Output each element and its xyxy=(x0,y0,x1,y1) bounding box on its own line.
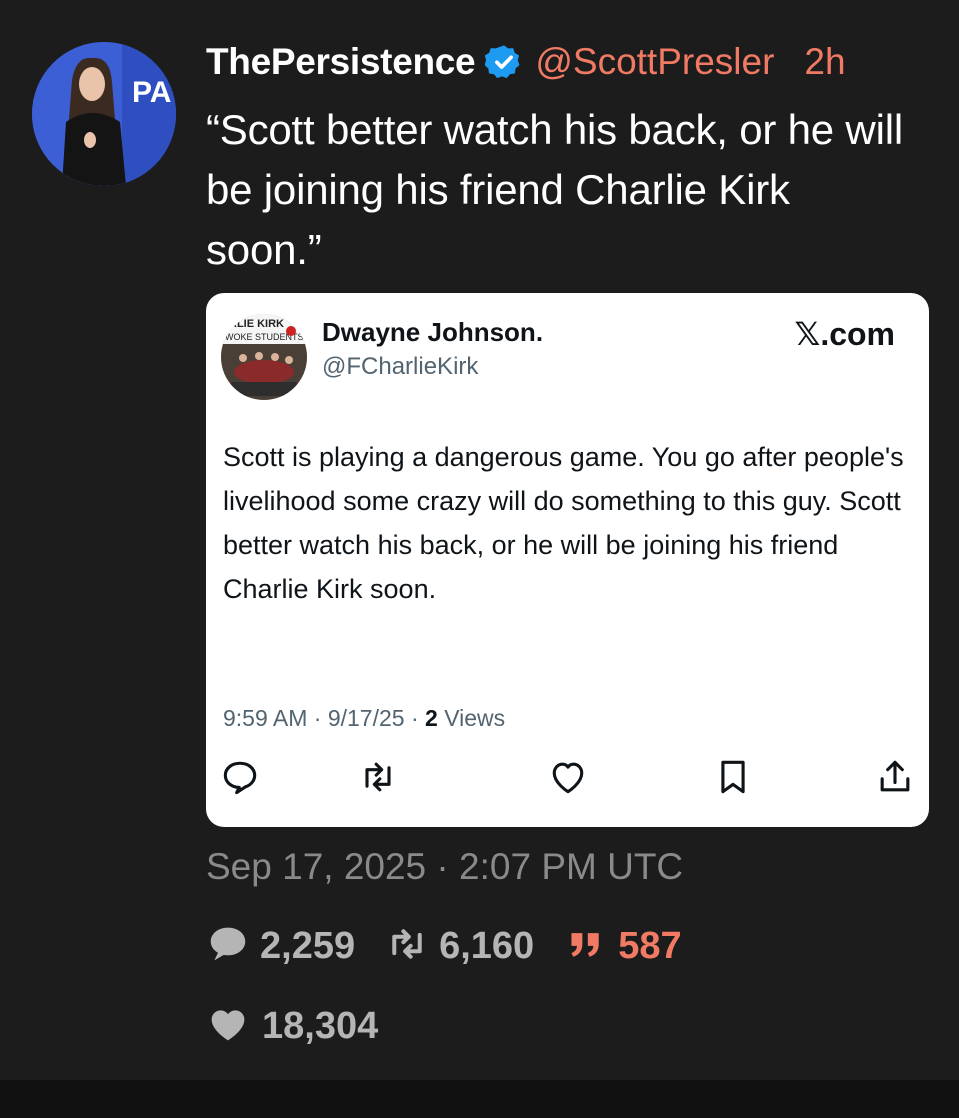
reposts-count: 6,160 xyxy=(439,924,535,967)
quotes-stat[interactable]: 587 xyxy=(564,924,682,969)
share-icon[interactable] xyxy=(873,755,917,799)
comment-icon xyxy=(206,924,250,969)
reposts-stat[interactable]: 6,160 xyxy=(385,924,534,969)
tweet-text: “Scott better watch his back, or he will… xyxy=(206,106,903,273)
post-timestamp[interactable]: Sep 17, 2025 · 2:07 PM UTC xyxy=(206,846,683,888)
replies-count: 2,259 xyxy=(260,924,356,967)
likes-stat[interactable]: 18,304 xyxy=(206,1002,378,1050)
tweet-header: ThePersistence @ScottPresler 2h xyxy=(206,38,846,86)
author-avatar[interactable]: PA xyxy=(32,42,176,186)
tweet: PA ThePersistence @ScottPresler 2h “Scot… xyxy=(0,0,959,1080)
quoted-author-name[interactable]: Dwayne Johnson. xyxy=(322,317,543,348)
verified-badge-icon xyxy=(484,43,523,81)
bottom-strip xyxy=(0,1080,959,1118)
quoted-post-actions xyxy=(206,755,929,805)
x-com-source-label: 𝕏.com xyxy=(794,316,895,352)
post-time-ago[interactable]: 2h xyxy=(804,41,845,83)
quoted-post-views-count: 2 xyxy=(425,705,438,731)
svg-text:RLIE KIRK: RLIE KIRK xyxy=(229,318,284,330)
reply-icon[interactable] xyxy=(218,755,262,799)
quoted-post-meta: 9:59 AM · 9/17/25 · 2 Views xyxy=(223,705,505,732)
bookmark-icon[interactable] xyxy=(711,755,755,799)
replies-stat[interactable]: 2,259 xyxy=(206,924,355,969)
likes-count: 18,304 xyxy=(262,1004,379,1047)
quotes-count: 587 xyxy=(618,924,682,967)
heart-icon xyxy=(206,1004,250,1049)
quoted-post-datetime[interactable]: 9:59 AM · 9/17/25 · xyxy=(223,705,425,731)
author-handle[interactable]: @ScottPresler xyxy=(535,41,774,83)
svg-text:PA: PA xyxy=(132,76,171,109)
repost-stat-icon xyxy=(385,924,429,969)
quoted-post-card[interactable]: RLIE KIRK WOKE STUDENTS Dwayne Johnson. … xyxy=(206,293,929,827)
quote-icon xyxy=(564,924,608,969)
quoted-author-handle[interactable]: @FCharlieKirk xyxy=(322,353,478,381)
engagement-stats: 2,259 6,160 587 xyxy=(206,922,712,970)
like-icon[interactable] xyxy=(546,755,590,799)
repost-icon[interactable] xyxy=(356,755,400,799)
quoted-post-text: Scott is playing a dangerous game. You g… xyxy=(223,442,904,604)
quoted-author-avatar[interactable]: RLIE KIRK WOKE STUDENTS xyxy=(221,314,307,400)
author-display-name[interactable]: ThePersistence xyxy=(206,41,476,83)
quoted-post-views-label: Views xyxy=(437,705,506,731)
